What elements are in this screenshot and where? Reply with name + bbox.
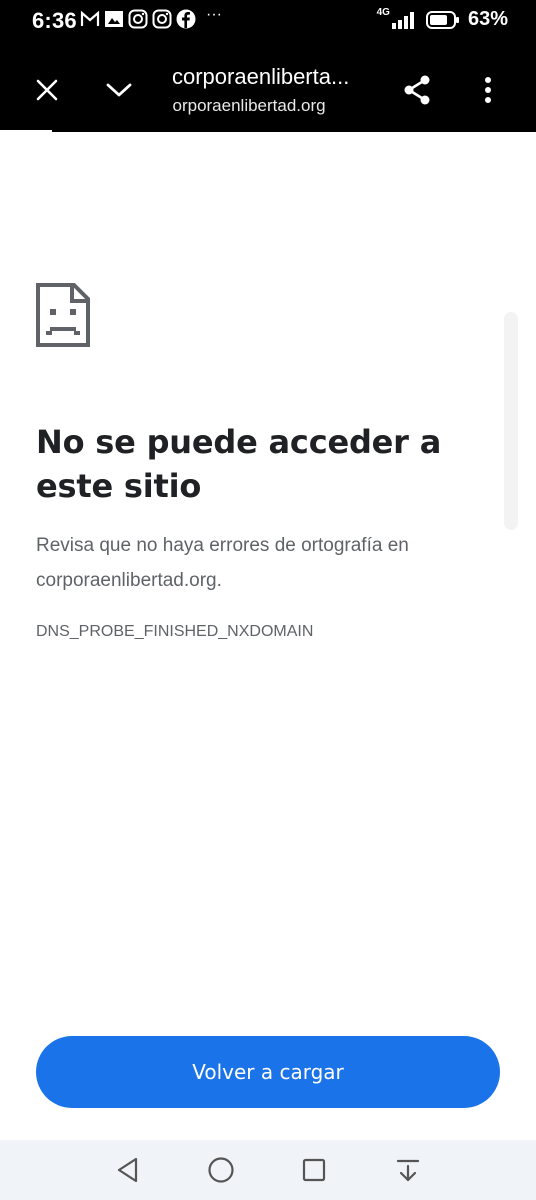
broken-page-icon bbox=[36, 283, 90, 347]
page-url: corporaenlibertad.org bbox=[172, 96, 372, 116]
battery-icon bbox=[425, 10, 459, 29]
network-type-label: 4G bbox=[376, 7, 390, 18]
top-bar: 6:36 ··· 4G 63% corporaenliberta... corp… bbox=[0, 0, 536, 132]
instagram-icon bbox=[128, 9, 148, 29]
gallery-icon bbox=[105, 11, 123, 27]
more-options-button[interactable] bbox=[466, 66, 510, 114]
gmail-icon bbox=[80, 10, 100, 26]
expand-button[interactable] bbox=[94, 68, 144, 112]
system-icons: 4G 63% bbox=[376, 7, 508, 31]
browser-toolbar: corporaenliberta... corporaenlibertad.or… bbox=[0, 42, 536, 132]
share-button[interactable] bbox=[392, 66, 442, 114]
home-icon bbox=[208, 1157, 234, 1183]
page-title: corporaenliberta... bbox=[172, 64, 350, 89]
status-bar: 6:36 ··· 4G 63% bbox=[0, 0, 536, 40]
chevron-down-icon bbox=[106, 83, 132, 97]
notification-icons: ··· bbox=[80, 6, 222, 29]
instagram-icon bbox=[152, 9, 172, 29]
error-code: DNS_PROBE_FINISHED_NXDOMAIN bbox=[36, 623, 314, 640]
system-nav-bar bbox=[0, 1140, 536, 1200]
error-description-text: Revisa que no haya errores de ortografía… bbox=[36, 535, 409, 556]
page-url-text: corporaenlibertad.org bbox=[172, 96, 326, 115]
recents-icon bbox=[302, 1158, 326, 1182]
nav-hide-button[interactable] bbox=[390, 1154, 426, 1186]
toolbar-divider bbox=[0, 130, 536, 132]
error-description: Revisa que no haya errores de ortografía… bbox=[36, 528, 496, 598]
more-notifications-indicator: ··· bbox=[206, 6, 222, 23]
back-icon bbox=[117, 1157, 138, 1183]
battery-percent: 63% bbox=[467, 8, 508, 30]
reload-button[interactable]: Volver a cargar bbox=[36, 1036, 500, 1108]
nav-home-button[interactable] bbox=[203, 1154, 239, 1186]
error-title: No se puede acceder a este sitio bbox=[36, 423, 442, 505]
error-domain: corporaenlibertad.org. bbox=[36, 570, 222, 591]
scrollbar[interactable] bbox=[504, 312, 518, 530]
share-icon bbox=[404, 75, 430, 105]
hide-navbar-icon bbox=[396, 1159, 420, 1182]
nav-back-button[interactable] bbox=[110, 1154, 146, 1186]
close-icon bbox=[36, 79, 58, 101]
signal-icon bbox=[391, 11, 414, 29]
close-button[interactable] bbox=[22, 68, 72, 112]
nav-recents-button[interactable] bbox=[296, 1154, 332, 1186]
more-vert-icon bbox=[485, 77, 491, 103]
facebook-icon bbox=[176, 9, 196, 29]
status-time: 6:36 bbox=[32, 8, 77, 33]
